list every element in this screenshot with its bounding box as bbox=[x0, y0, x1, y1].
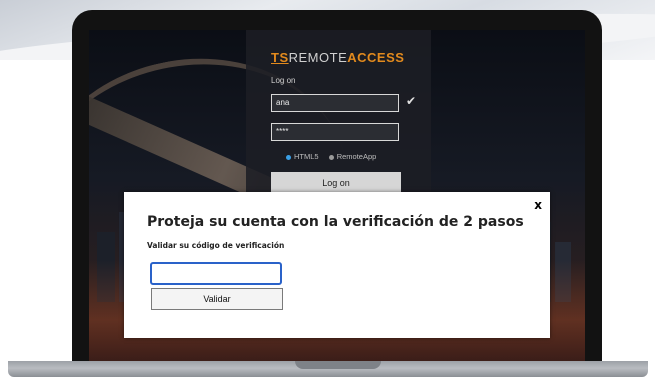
connection-mode-options: HTML5 RemoteApp bbox=[286, 152, 376, 161]
dialog-title: Proteja su cuenta con la verificación de… bbox=[147, 214, 524, 230]
tsremoteaccess-logo: TSREMOTEACCESS bbox=[271, 50, 404, 65]
logon-button[interactable]: Log on bbox=[271, 172, 401, 194]
verification-code-input[interactable] bbox=[150, 262, 282, 285]
html5-label: HTML5 bbox=[294, 152, 319, 161]
logo-access: ACCESS bbox=[347, 50, 405, 65]
logon-heading: Log on bbox=[271, 76, 296, 85]
username-field[interactable]: ana bbox=[271, 94, 399, 112]
logo-ts: TS bbox=[271, 50, 289, 65]
two-step-verification-dialog: x Proteja su cuenta con la verificación … bbox=[124, 192, 550, 338]
dialog-subtitle: Validar su código de verificación bbox=[147, 241, 285, 250]
password-field[interactable]: **** bbox=[271, 123, 399, 141]
logo-remote: REMOTE bbox=[288, 50, 348, 65]
check-icon: ✔ bbox=[406, 94, 417, 108]
laptop-hinge-notch bbox=[295, 361, 381, 369]
remoteapp-radio[interactable] bbox=[328, 154, 334, 160]
close-button[interactable]: x bbox=[534, 198, 542, 212]
html5-radio[interactable] bbox=[286, 154, 291, 160]
remoteapp-label: RemoteApp bbox=[336, 152, 377, 161]
validate-button[interactable]: Validar bbox=[151, 288, 283, 310]
